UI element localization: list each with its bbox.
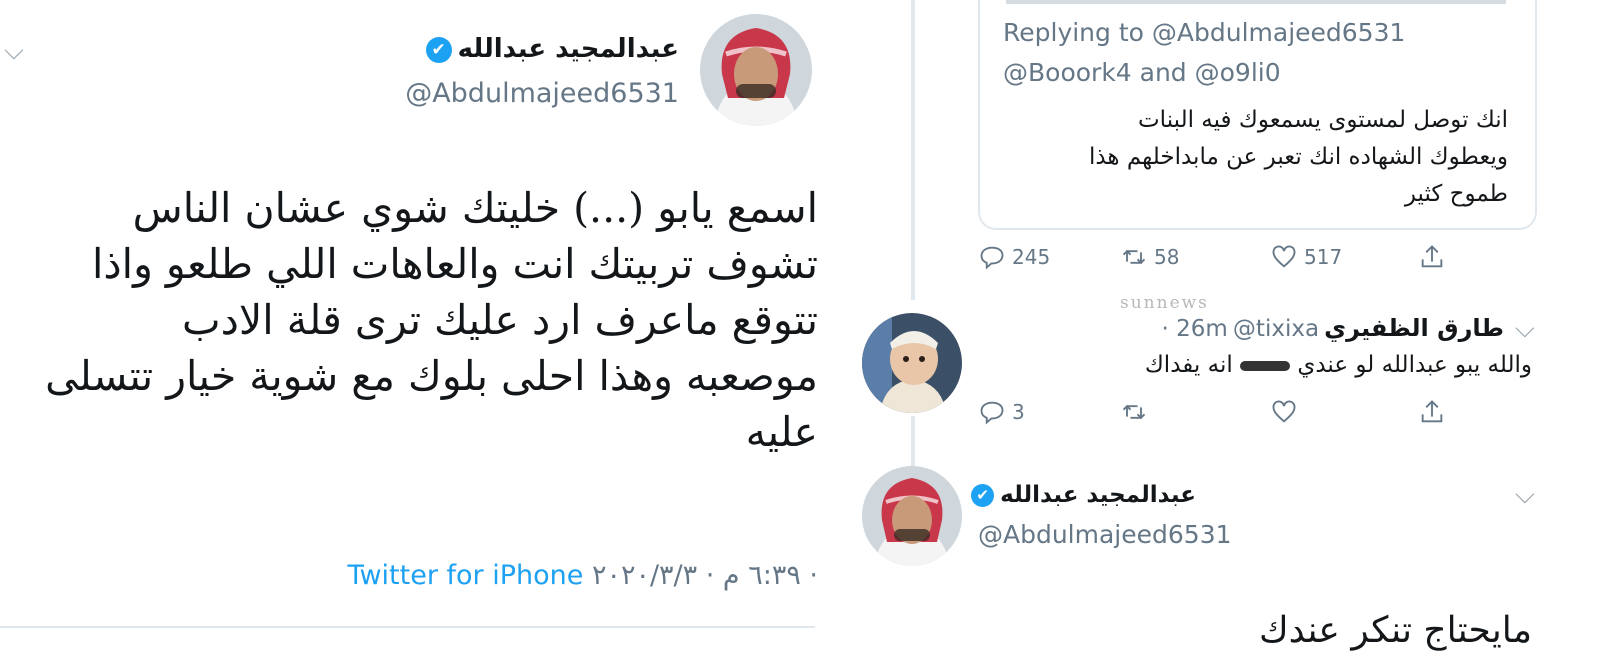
author-name-row[interactable]: عبدالمجيد عبدالله✔ (420, 34, 679, 64)
verified-badge-icon: ✔ (425, 36, 452, 63)
tweet-text-line: اسمع يابو (...) خليتك شوي عشان الناس (132, 184, 818, 232)
share-button[interactable] (1418, 398, 1446, 426)
heart-icon (1272, 245, 1296, 268)
reply-author-handle: @tixixa (1232, 316, 1320, 342)
quoted-header-cut (1006, 0, 1506, 4)
reply-button[interactable]: 245 (978, 243, 1050, 271)
retweet-count: 58 (1154, 245, 1180, 269)
author-name: عبدالمجيد عبدالله (1000, 482, 1196, 508)
tweet-datetime: ٦:٣٩ م · ٢٠٢٠/٣/٣ · (591, 560, 818, 591)
like-button[interactable] (1270, 398, 1298, 426)
author-handle[interactable]: @Abdulmajeed6531 (405, 78, 679, 109)
reply-author-name: طارق الظفيري (1324, 314, 1504, 342)
author-name: عبدالمجيد عبدالله (457, 34, 679, 64)
avatar[interactable] (862, 466, 962, 566)
reply-tweet-text: والله يبو عبدالله لو عندي انه يفداك (1145, 352, 1532, 378)
avatar-image (862, 313, 962, 413)
retweet-button[interactable] (1120, 398, 1148, 426)
tweet-text-line: تشوف تربيتك انت والعاهات اللي طلعو واذا (92, 240, 818, 288)
reply-icon (980, 246, 1004, 270)
reply-text-end: انه يفداك (1144, 352, 1233, 378)
thread-line (911, 0, 915, 300)
separator (0, 626, 815, 628)
tweet-text-line: تتوقع ماعرف ارد عليك ترى قلة الادب (182, 296, 818, 344)
avatar[interactable] (700, 14, 812, 126)
retweet-button[interactable]: 58 (1120, 243, 1179, 271)
reply-author-row[interactable]: طارق الظفيري @tixixa · 26m (1162, 314, 1504, 342)
quoted-text-line: ويعطوك الشهاده انك تعبر عن مابداخلهم هذا (1088, 144, 1508, 170)
retweet-icon (1122, 404, 1146, 420)
author-name-row[interactable]: عبدالمجيد عبدالله✔ (965, 482, 1196, 508)
share-icon (1421, 400, 1443, 423)
tweet-text: اسمع يابو (...) خليتك شوي عشان الناس تشو… (0, 180, 818, 460)
retweet-icon (1122, 249, 1146, 265)
share-icon (1421, 245, 1443, 268)
like-count: 517 (1304, 245, 1343, 269)
quoted-text-line: انك توصل لمستوى يسمعوك فيه البنات (1138, 107, 1508, 133)
author-handle[interactable]: @Abdulmajeed6531 (978, 520, 1232, 549)
quoted-text-line: طموح كثير (1404, 181, 1508, 207)
reply-button[interactable]: 3 (978, 398, 1025, 426)
watermark: sunnews (1120, 293, 1209, 313)
avatar-image (862, 466, 962, 566)
tweet-text-line: موصعبه وهذا احلى بلوك مع شوية خيار تتسلى (45, 352, 818, 400)
replying-to[interactable]: Replying to @Abdulmajeed6531 (1003, 18, 1405, 47)
tweet-meta: Twitter for iPhone ٦:٣٩ م · ٢٠٢٠/٣/٣ · (347, 560, 818, 591)
tweet-menu-chevron-icon[interactable]: ⌵ (1515, 482, 1535, 508)
reply-time: · 26m (1161, 316, 1228, 342)
heart-icon (1272, 400, 1296, 423)
thread-line (911, 416, 915, 466)
quoted-tweet-text: انك توصل لمستوى يسمعوك فيه البنات ويعطوك… (988, 102, 1508, 213)
tweet-menu-chevron-icon[interactable]: ⌵ (4, 38, 24, 64)
like-button[interactable]: 517 (1270, 243, 1342, 271)
verified-badge-icon: ✔ (971, 484, 995, 507)
share-button[interactable] (1418, 243, 1446, 271)
tweet-menu-chevron-icon[interactable]: ⌵ (1515, 316, 1535, 342)
reply-text-start: والله يبو عبدالله لو عندي (1297, 352, 1532, 378)
tweet-source-link[interactable]: Twitter for iPhone (347, 560, 583, 591)
tweet-text-line: عليه (745, 408, 818, 456)
reply-mentions[interactable]: @Booork4 and @o9li0 (1003, 58, 1281, 87)
reply-icon (980, 401, 1004, 425)
reply-count: 245 (1012, 245, 1051, 269)
avatar[interactable] (862, 313, 962, 413)
avatar-image (700, 14, 812, 126)
bottom-tweet-text: مايحتاج تنكر عندك (1258, 610, 1532, 651)
reply-count: 3 (1012, 400, 1025, 424)
censored-word (1240, 360, 1291, 371)
